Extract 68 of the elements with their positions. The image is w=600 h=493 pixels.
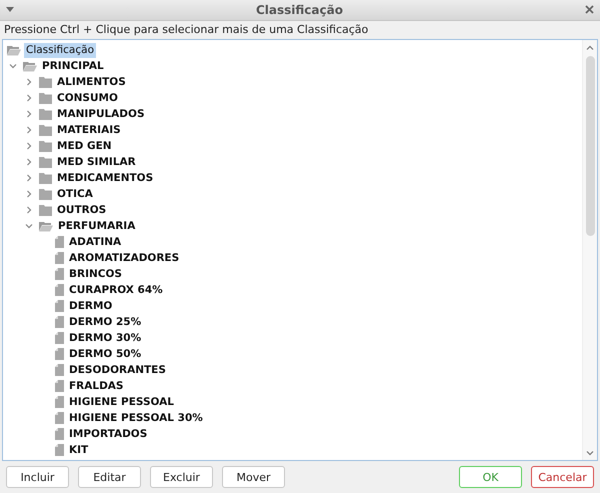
document-icon <box>55 284 64 296</box>
chevron-down-icon[interactable] <box>25 222 33 230</box>
hint-text: Pressione Ctrl + Clique para selecionar mais de uma Classificação <box>3 22 370 38</box>
tree-item[interactable]: DERMO 50% <box>67 346 144 362</box>
tree-item[interactable]: PRINCIPAL <box>40 58 106 74</box>
scroll-up-icon[interactable] <box>586 44 594 52</box>
window-title: Classificação <box>256 2 343 17</box>
tree-item[interactable]: ALIMENTOS <box>55 74 128 90</box>
chevron-down-icon[interactable] <box>9 62 17 70</box>
action-button[interactable]: Incluir <box>6 466 69 488</box>
folder-icon <box>39 108 52 120</box>
open-folder-icon <box>23 60 37 72</box>
folder-icon <box>39 140 52 152</box>
folder-icon <box>39 92 52 104</box>
document-icon <box>55 428 64 440</box>
document-icon <box>55 236 64 248</box>
scroll-thumb[interactable] <box>586 56 594 236</box>
folder-icon <box>39 172 52 184</box>
folder-icon <box>39 76 52 88</box>
scroll-down-icon[interactable] <box>586 449 594 457</box>
tree-item[interactable]: ADATINA <box>67 234 124 250</box>
folder-icon <box>39 204 52 216</box>
tree-item[interactable]: BRINCOS <box>67 266 124 282</box>
document-icon <box>55 396 64 408</box>
document-icon <box>55 444 64 456</box>
tree-item[interactable]: CURAPROX 64% <box>67 282 165 298</box>
tree-item[interactable]: CONSUMO <box>55 90 120 106</box>
document-icon <box>55 364 64 376</box>
folder-icon <box>39 188 52 200</box>
open-folder-icon <box>7 44 21 56</box>
tree-item[interactable]: MEDICAMENTOS <box>55 170 156 186</box>
document-icon <box>55 348 64 360</box>
tree-item[interactable]: KIT <box>67 442 90 458</box>
scrollbar[interactable] <box>582 40 597 460</box>
menu-caret-icon[interactable] <box>6 7 14 12</box>
tree-item[interactable]: DERMO <box>67 298 114 314</box>
document-icon <box>55 268 64 280</box>
document-icon <box>55 332 64 344</box>
document-icon <box>55 380 64 392</box>
tree-item[interactable]: DERMO 25% <box>67 314 144 330</box>
tree-item[interactable]: Classificação <box>24 42 96 58</box>
tree-item[interactable]: IMPORTADOS <box>67 426 150 442</box>
tree-item[interactable]: MATERIAIS <box>55 122 123 138</box>
action-button[interactable]: Editar <box>78 466 141 488</box>
tree-item[interactable]: FRALDAS <box>67 378 126 394</box>
tree-item[interactable]: MANIPULADOS <box>55 106 147 122</box>
folder-icon <box>39 156 52 168</box>
ok-button[interactable]: OK <box>459 466 522 488</box>
tree-item[interactable]: DESODORANTES <box>67 362 168 378</box>
tree-item[interactable]: HIGIENE PESSOAL <box>67 394 176 410</box>
tree-item[interactable]: MED SIMILAR <box>55 154 138 170</box>
tree-item[interactable]: DERMO 30% <box>67 330 144 346</box>
tree-item[interactable]: OTICA <box>55 186 95 202</box>
folder-icon <box>39 124 52 136</box>
action-button[interactable]: Excluir <box>150 466 213 488</box>
document-icon <box>55 412 64 424</box>
document-icon <box>55 252 64 264</box>
action-button[interactable]: Mover <box>222 466 285 488</box>
tree-item[interactable]: AROMATIZADORES <box>67 250 182 266</box>
cancel-button[interactable]: Cancelar <box>531 466 594 488</box>
tree-item[interactable]: HIGIENE PESSOAL 30% <box>67 410 205 426</box>
tree-item[interactable]: PERFUMARIA <box>56 218 138 234</box>
open-folder-icon <box>39 220 53 232</box>
document-icon <box>55 300 64 312</box>
close-icon[interactable] <box>584 5 594 14</box>
tree-item[interactable]: MED GEN <box>55 138 114 154</box>
tree-item[interactable]: OUTROS <box>55 202 108 218</box>
document-icon <box>55 316 64 328</box>
